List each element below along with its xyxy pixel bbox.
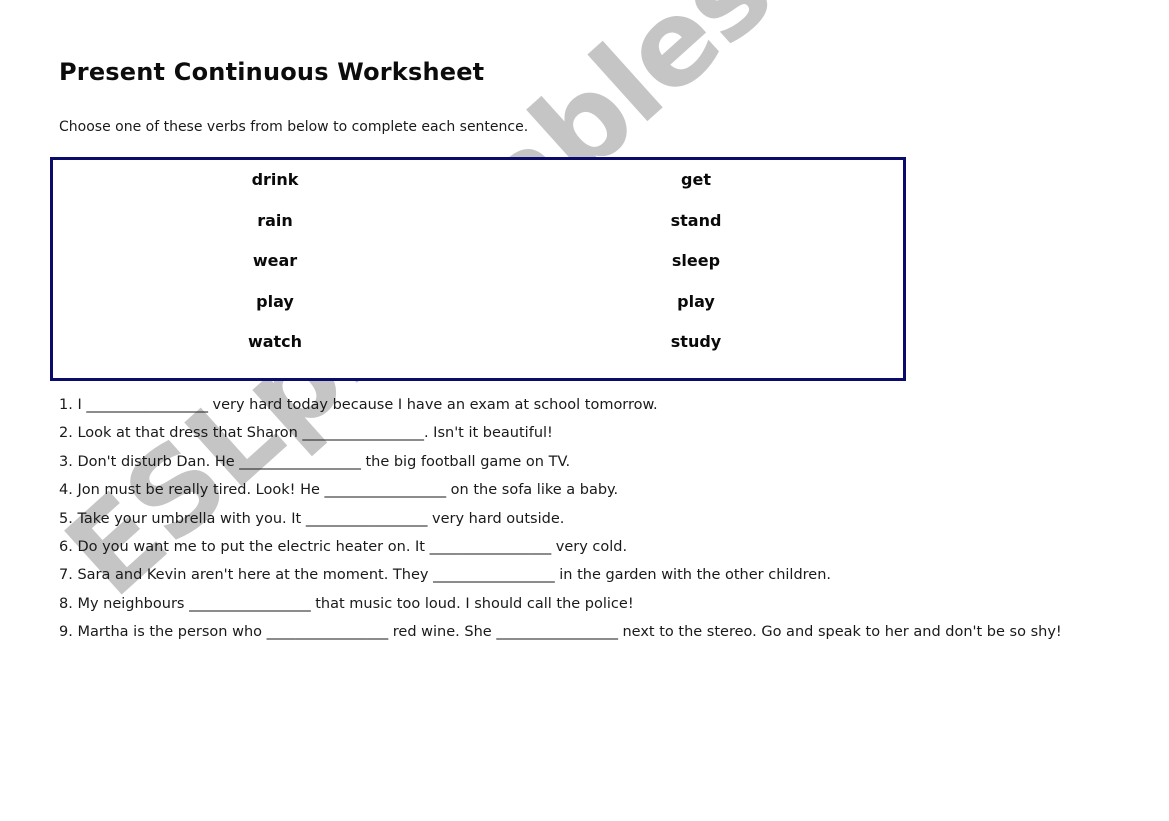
sentence-text: 2. Look at that dress that Sharon <box>59 425 303 442</box>
verb-item: drink <box>251 170 299 189</box>
sentence-text: very hard outside. <box>427 510 565 527</box>
answer-blank[interactable]: _________________ <box>496 624 618 640</box>
sentence-3: 3. Don't disturb Dan. He _______________… <box>59 448 1119 476</box>
answer-blank[interactable]: _________________ <box>433 567 555 583</box>
sentence-4: 4. Jon must be really tired. Look! He __… <box>59 476 1119 504</box>
verb-item: play <box>256 291 294 311</box>
sentence-1: 1. I _________________ very hard today b… <box>59 391 1119 419</box>
verb-item: play <box>677 291 715 311</box>
sentence-text: 5. Take your umbrella with you. It <box>59 510 306 527</box>
verb-column-right: get stand sleep play study <box>596 170 796 373</box>
answer-blank[interactable]: _________________ <box>325 482 447 498</box>
sentence-text: very cold. <box>551 539 628 556</box>
sentence-text: 3. Don't disturb Dan. He <box>59 453 240 470</box>
sentence-text: 8. My neighbours <box>59 595 190 612</box>
sentence-text: very hard today because I have an exam a… <box>207 397 658 413</box>
sentence-text: 4. Jon must be really tired. Look! He <box>59 482 325 499</box>
sentence-5: 5. Take your umbrella with you. It _____… <box>59 505 1119 533</box>
sentence-text: next to the stereo. Go and speak to her … <box>617 624 1062 641</box>
answer-blank[interactable]: _________________ <box>430 539 552 555</box>
answer-blank[interactable]: _________________ <box>189 596 311 612</box>
verb-item: get <box>681 170 711 189</box>
answer-blank[interactable]: _________________ <box>239 454 361 470</box>
sentence-text: on the sofa like a baby. <box>446 482 619 499</box>
verb-item: study <box>670 332 722 351</box>
answer-blank[interactable]: _________________ <box>86 397 208 413</box>
sentence-text: the big football game on TV. <box>360 453 571 470</box>
sentence-text: . Isn't it beautiful! <box>423 425 553 442</box>
sentence-text: that music too loud. I should call the p… <box>310 595 634 612</box>
sentence-7: 7. Sara and Kevin aren't here at the mom… <box>59 561 1119 589</box>
verb-column-left: drink rain wear play watch <box>175 170 375 373</box>
worksheet-title: Present Continuous Worksheet <box>59 58 485 86</box>
sentence-text: 1. I <box>59 397 87 413</box>
answer-blank[interactable]: _________________ <box>267 624 389 640</box>
verb-item: watch <box>247 332 303 351</box>
instructions: Choose one of these verbs from below to … <box>59 119 529 135</box>
sentence-text: 9. Martha is the person who <box>59 624 267 641</box>
verb-item: stand <box>670 210 722 230</box>
sentence-9: 9. Martha is the person who ____________… <box>59 618 1119 646</box>
sentence-text: 7. Sara and Kevin aren't here at the mom… <box>59 567 434 584</box>
sentence-text: red wine. She <box>388 624 497 641</box>
verb-item: rain <box>257 210 293 230</box>
answer-blank[interactable]: _________________ <box>302 425 424 441</box>
sentence-6: 6. Do you want me to put the electric he… <box>59 533 1119 561</box>
answer-blank[interactable]: _________________ <box>306 511 428 527</box>
sentence-text: 6. Do you want me to put the electric he… <box>59 539 430 556</box>
verb-item: wear <box>252 251 298 270</box>
sentence-list: 1. I _________________ very hard today b… <box>59 391 1119 647</box>
verb-item: sleep <box>671 251 721 270</box>
verb-box: drink rain wear play watch get stand sle… <box>50 157 906 381</box>
sentence-text: in the garden with the other children. <box>554 567 832 584</box>
sentence-2: 2. Look at that dress that Sharon ______… <box>59 419 1119 447</box>
sentence-8: 8. My neighbours _________________ that … <box>59 590 1119 618</box>
